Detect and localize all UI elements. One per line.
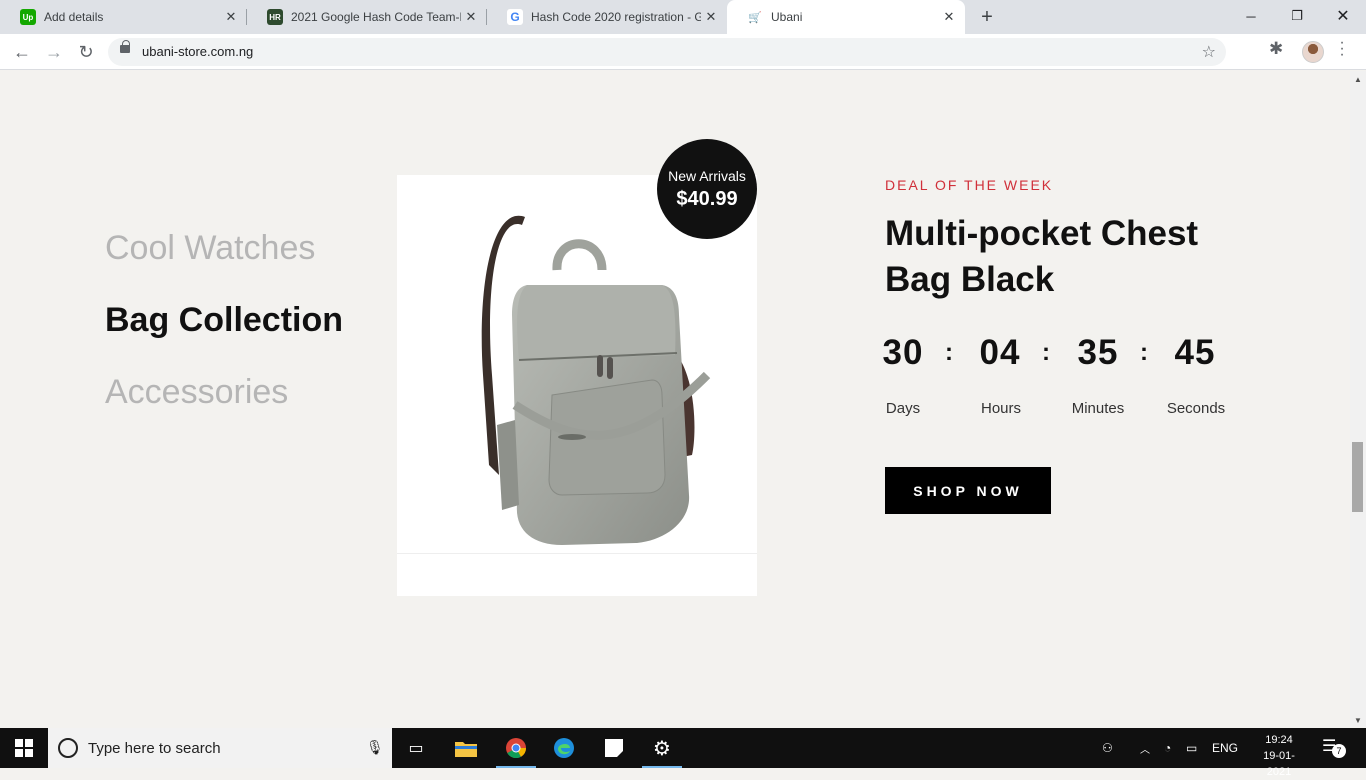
tab-add-details[interactable]: Up Add details ✕ <box>0 0 247 34</box>
settings-taskbar-icon[interactable]: ⚙ <box>638 728 686 768</box>
new-tab-icon[interactable]: + <box>975 5 999 29</box>
tab-title: Hash Code 2020 registration - Go <box>531 10 701 24</box>
countdown-minutes-label: Minutes <box>1071 400 1125 417</box>
chrome-menu-icon[interactable]: · · · <box>1334 35 1350 63</box>
page-content: Cool Watches Bag Collection Accessories <box>0 71 1350 720</box>
category-bag-collection[interactable]: Bag Collection <box>105 301 343 340</box>
cart-icon: 🛒 <box>748 11 762 24</box>
countdown-days-label: Days <box>885 400 921 417</box>
folder-icon <box>455 742 477 757</box>
lock-icon <box>120 40 130 53</box>
close-window-icon[interactable]: ✕ <box>1320 0 1366 32</box>
countdown-separator: : <box>1042 339 1050 366</box>
edge-taskbar-icon[interactable] <box>540 728 588 768</box>
category-cool-watches[interactable]: Cool Watches <box>105 229 315 268</box>
countdown-days-value: 30 <box>882 333 924 372</box>
windows-taskbar: Type here to search 🎙 ▭ ⚙ ⚇ ︿ ◔ ▭ ENG 19… <box>0 728 1366 778</box>
reload-icon[interactable]: ↻ <box>72 38 100 66</box>
sheet-icon: HR <box>267 9 283 25</box>
shop-now-button[interactable]: SHOP NOW <box>885 467 1051 514</box>
countdown-hours-value: 04 <box>979 333 1021 372</box>
battery-icon[interactable]: ▭ <box>1186 728 1197 768</box>
new-arrivals-badge: New Arrivals $40.99 <box>657 139 757 239</box>
taskbar-clock[interactable]: 19:24 19-01-2021 <box>1254 732 1304 780</box>
scrollbar-thumb[interactable] <box>1352 442 1363 512</box>
windows-logo-icon <box>15 739 33 757</box>
countdown-separator: : <box>945 339 953 366</box>
badge-price: $40.99 <box>676 187 738 210</box>
browser-toolbar: ← → ↻ ubani-store.com.ng ☆ <box>0 34 1366 70</box>
tab-title: Ubani <box>771 10 803 24</box>
category-accessories[interactable]: Accessories <box>105 373 288 412</box>
tab-close-icon[interactable]: ✕ <box>939 7 959 27</box>
file-explorer-icon[interactable] <box>442 728 490 768</box>
tab-ubani[interactable]: 🛒 Ubani ✕ <box>727 0 965 34</box>
google-icon: G <box>507 9 523 25</box>
tab-strip: Up Add details ✕ HR 2021 Google Hash Cod… <box>0 0 1366 34</box>
deal-of-week-tag: DEAL OF THE WEEK <box>885 177 1054 193</box>
language-indicator[interactable]: ENG <box>1212 728 1238 768</box>
edge-icon <box>554 738 574 758</box>
search-placeholder: Type here to search <box>88 740 221 757</box>
task-view-icon[interactable]: ▭ <box>392 728 440 768</box>
back-icon[interactable]: ← <box>8 38 36 66</box>
profile-avatar[interactable] <box>1302 41 1324 63</box>
sticky-notes-icon[interactable] <box>590 728 638 768</box>
wifi-icon[interactable]: ◔ <box>1164 728 1171 768</box>
minimize-icon[interactable]: ─ <box>1228 0 1274 32</box>
bookmark-star-icon[interactable]: ☆ <box>1202 42 1216 62</box>
tab-title: Add details <box>44 10 104 24</box>
tab-hash-code-team[interactable]: HR 2021 Google Hash Code Team-Ba ✕ <box>247 0 487 34</box>
countdown-seconds-label: Seconds <box>1166 400 1226 417</box>
countdown-minutes-value: 35 <box>1077 333 1119 372</box>
chrome-icon <box>506 738 527 759</box>
scroll-down-arrow-icon[interactable]: ▼ <box>1354 716 1362 725</box>
clock-date: 19-01-2021 <box>1263 750 1295 778</box>
people-icon[interactable]: ⚇ <box>1102 728 1113 768</box>
tab-hash-code-registration[interactable]: G Hash Code 2020 registration - Go ✕ <box>487 0 727 34</box>
upwork-icon: Up <box>20 9 36 25</box>
cortana-icon <box>58 738 78 758</box>
extensions-icon[interactable]: ✱ <box>1269 39 1283 59</box>
tab-close-icon[interactable]: ✕ <box>701 7 721 27</box>
countdown-seconds-value: 45 <box>1174 333 1216 372</box>
countdown-hours-label: Hours <box>980 400 1021 417</box>
taskbar-search[interactable]: Type here to search 🎙 <box>48 728 392 768</box>
scroll-up-arrow-icon[interactable]: ▲ <box>1354 75 1362 84</box>
note-icon <box>605 739 623 757</box>
url-text: ubani-store.com.ng <box>142 44 254 59</box>
address-bar[interactable]: ubani-store.com.ng ☆ <box>108 38 1226 66</box>
notification-count: 7 <box>1332 744 1346 758</box>
clock-time: 19:24 <box>1265 734 1293 746</box>
action-center-icon[interactable]: ☰ 7 <box>1322 736 1346 758</box>
microphone-icon[interactable]: 🎙 <box>366 739 384 756</box>
tab-title: 2021 Google Hash Code Team-Ba <box>291 10 461 24</box>
forward-icon[interactable]: → <box>40 38 68 66</box>
badge-label: New Arrivals <box>668 167 746 184</box>
tab-close-icon[interactable]: ✕ <box>461 7 481 27</box>
tab-close-icon[interactable]: ✕ <box>221 7 241 27</box>
show-hidden-icons-chevron-icon[interactable]: ︿ <box>1140 728 1150 768</box>
product-title: Multi-pocket Chest Bag Black <box>885 214 1199 299</box>
restore-icon[interactable]: ❐ <box>1274 0 1320 32</box>
countdown-separator: : <box>1140 339 1148 366</box>
start-button[interactable] <box>0 728 48 768</box>
chrome-taskbar-icon[interactable] <box>492 728 540 768</box>
page-scrollbar[interactable]: ▲ ▼ <box>1350 71 1366 727</box>
